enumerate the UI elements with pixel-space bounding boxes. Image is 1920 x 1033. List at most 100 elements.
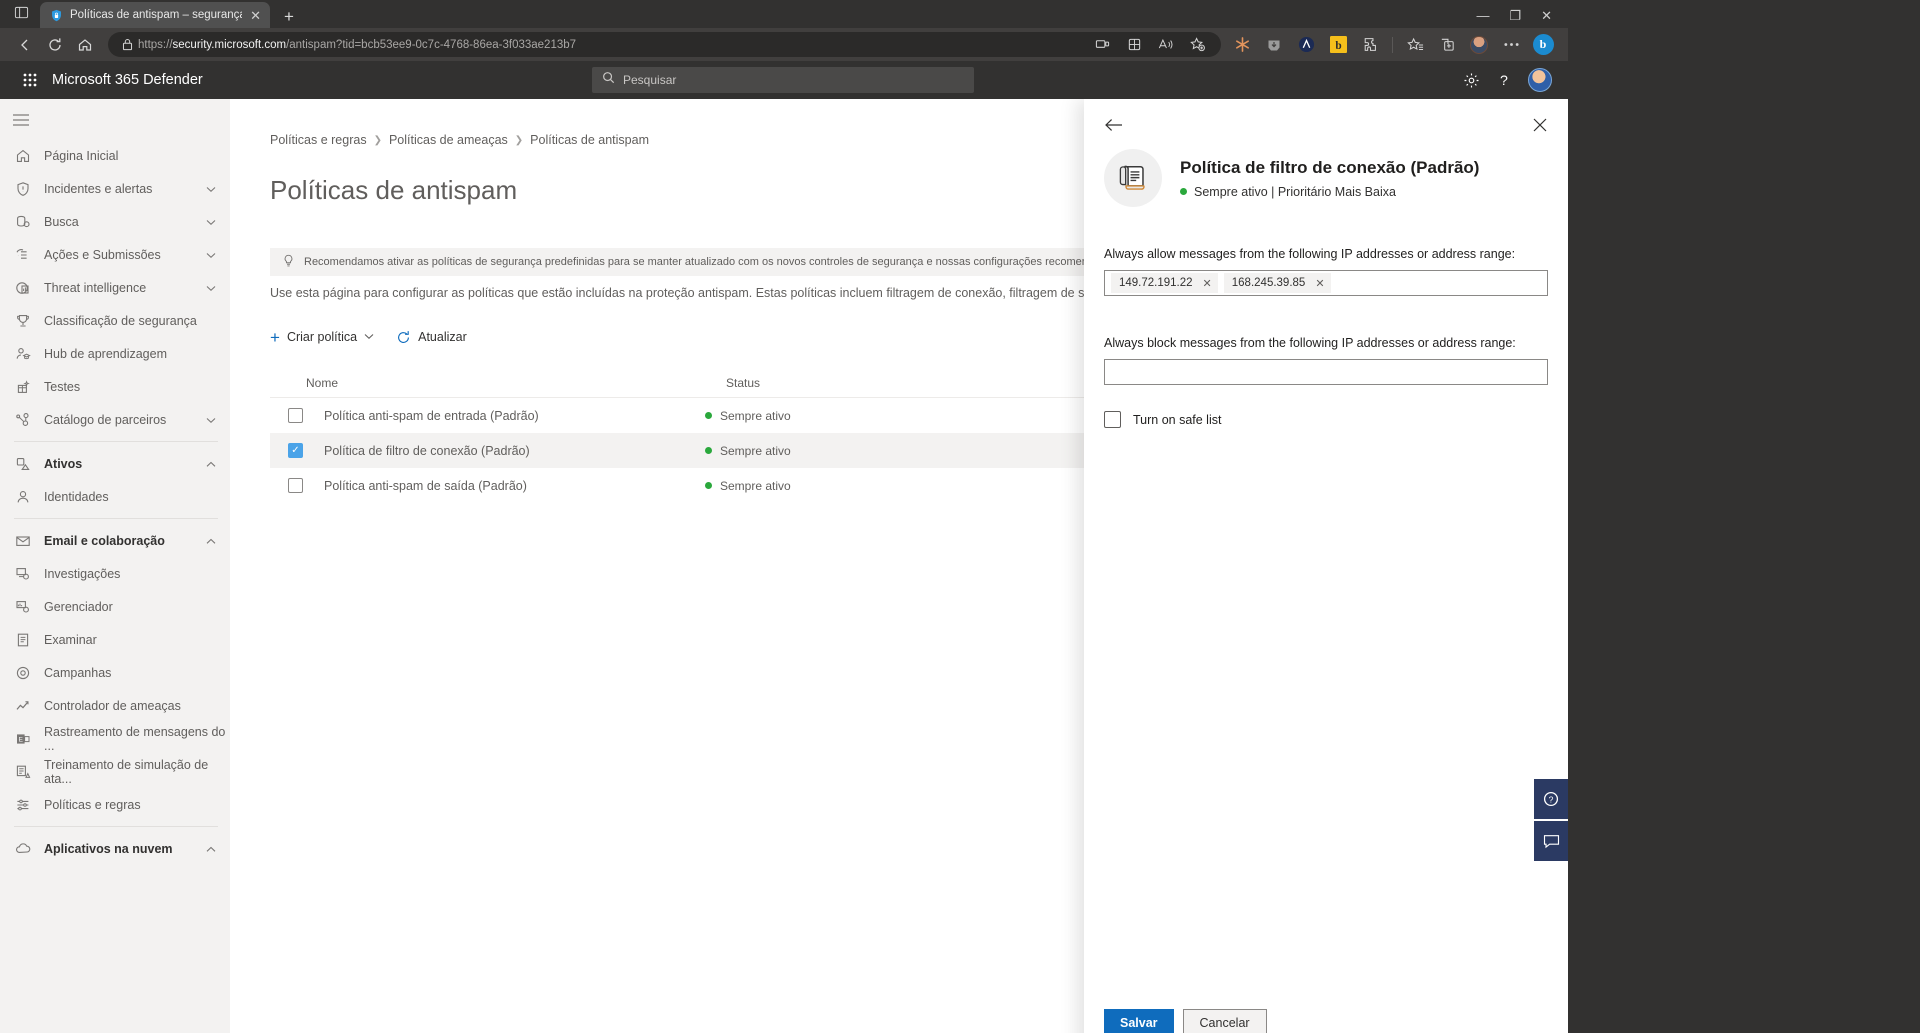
sidebar-item-identidades[interactable]: Identidades — [0, 480, 230, 513]
row-checkbox[interactable] — [288, 408, 303, 423]
sidebar-item-investigacoes[interactable]: Investigações — [0, 557, 230, 590]
allow-ip-input[interactable]: 149.72.191.22 ✕ 168.245.39.85 ✕ — [1104, 270, 1548, 296]
sidebar-item-hub-de-aprendizagem[interactable]: Hub de aprendizagem — [0, 337, 230, 370]
avatar[interactable] — [1528, 68, 1552, 92]
browser-tab[interactable]: Políticas de antispam – segurança ✕ — [40, 2, 270, 28]
new-tab-button[interactable]: + — [284, 8, 294, 25]
lock-icon — [116, 38, 138, 51]
sidebar-item-acoes-e-submissoes[interactable]: Ações e Submissões — [0, 238, 230, 271]
block-ip-input[interactable] — [1104, 359, 1548, 385]
breadcrumb-item-politicas-de-ameacas[interactable]: Políticas de ameaças — [389, 133, 508, 147]
address-bar[interactable]: https://security.microsoft.com/antispam?… — [108, 32, 1221, 57]
sidebar-item-pagina-inicial[interactable]: Página Inicial — [0, 139, 230, 172]
tab-search-icon[interactable] — [6, 0, 36, 26]
chevron-up-icon[interactable] — [206, 457, 216, 471]
remove-token-icon[interactable]: ✕ — [1203, 277, 1212, 290]
hamburger-icon[interactable] — [0, 101, 230, 139]
help-icon[interactable]: ? — [1496, 72, 1512, 89]
sidebar-item-catalogo-de-parceiros[interactable]: Catálogo de parceiros — [0, 403, 230, 436]
ip-token[interactable]: 149.72.191.22 ✕ — [1111, 273, 1218, 293]
sidebar-item-campanhas[interactable]: Campanhas — [0, 656, 230, 689]
close-tab-icon[interactable]: ✕ — [249, 9, 262, 22]
sidebar-item-treinamento-de-simulacao[interactable]: Treinamento de simulação de ata... — [0, 755, 230, 788]
chevron-down-icon[interactable] — [206, 413, 216, 427]
hunting-icon — [14, 214, 32, 230]
row-checkbox[interactable]: ✓ — [288, 443, 303, 458]
more-settings-icon[interactable] — [1496, 31, 1526, 59]
sidebar-item-label: Hub de aprendizagem — [44, 346, 167, 361]
svg-text:?: ? — [1500, 73, 1508, 89]
bing-copilot-icon[interactable]: b — [1528, 31, 1558, 59]
sidebar-item-controlador-de-ameacas[interactable]: Controlador de ameaças — [0, 689, 230, 722]
ip-token[interactable]: 168.245.39.85 ✕ — [1223, 273, 1331, 293]
chevron-down-icon[interactable] — [206, 215, 216, 229]
read-aloud-icon[interactable] — [1151, 31, 1181, 59]
back-button-icon[interactable] — [10, 31, 40, 59]
adblock-icon[interactable] — [1291, 31, 1321, 59]
sidebar-item-label: Controlador de ameaças — [44, 698, 181, 713]
sidebar-item-incidentes-e-alertas[interactable]: Incidentes e alertas — [0, 172, 230, 205]
extensions-puzzle-icon[interactable] — [1355, 31, 1385, 59]
copilot-sparkle-icon[interactable] — [1227, 31, 1257, 59]
refresh-button[interactable]: Atualizar — [396, 330, 467, 345]
chevron-up-icon[interactable] — [206, 842, 216, 856]
profile-avatar-icon[interactable] — [1464, 31, 1494, 59]
chevron-down-icon[interactable] — [206, 281, 216, 295]
sidebar-item-email-e-colaboracao[interactable]: Email e colaboração — [0, 524, 230, 557]
breadcrumb-item-politicas-de-antispam[interactable]: Políticas de antispam — [530, 133, 649, 147]
ip-token-value: 149.72.191.22 — [1119, 277, 1193, 289]
maximize-button[interactable]: ❐ — [1509, 9, 1521, 22]
downloads-icon[interactable] — [1259, 31, 1289, 59]
split-screen-icon[interactable] — [1087, 31, 1117, 59]
favorites-list-icon[interactable] — [1400, 31, 1430, 59]
lightbulb-icon — [282, 254, 295, 271]
partners-icon — [14, 412, 32, 428]
policy-name[interactable]: Política de filtro de conexão (Padrão) — [303, 444, 705, 458]
gear-icon[interactable] — [1463, 72, 1480, 89]
sidebar-item-politicas-e-regras[interactable]: Políticas e regras — [0, 788, 230, 821]
help-bubble-icon[interactable]: ? — [1534, 779, 1568, 819]
sidebar-item-rastreamento-de-mensagens[interactable]: E Rastreamento de mensagens do ... — [0, 722, 230, 755]
sidebar-item-testes[interactable]: Testes — [0, 370, 230, 403]
reload-icon[interactable] — [40, 31, 70, 59]
bitwarden-icon[interactable]: b — [1323, 31, 1353, 59]
row-checkbox[interactable] — [288, 478, 303, 493]
safe-list-checkbox[interactable] — [1104, 411, 1121, 428]
app-launcher-icon[interactable] — [12, 72, 48, 88]
chevron-down-icon[interactable] — [206, 182, 216, 196]
feedback-icon[interactable] — [1534, 821, 1568, 861]
policy-name[interactable]: Política anti-spam de entrada (Padrão) — [303, 409, 705, 423]
home-button-icon[interactable] — [70, 31, 100, 59]
chevron-down-icon[interactable] — [206, 248, 216, 262]
sidebar-item-busca[interactable]: Busca — [0, 205, 230, 238]
column-header-nome[interactable]: Nome — [306, 376, 726, 390]
sidebar-item-examinar[interactable]: Examinar — [0, 623, 230, 656]
sidebar-item-ativos[interactable]: Ativos — [0, 447, 230, 480]
save-button[interactable]: Salvar — [1104, 1009, 1174, 1033]
collections-grid-icon[interactable] — [1119, 31, 1149, 59]
remove-token-icon[interactable]: ✕ — [1315, 277, 1324, 290]
policy-name[interactable]: Política anti-spam de saída (Padrão) — [303, 479, 705, 493]
breadcrumb-item-politicas-e-regras[interactable]: Políticas e regras — [270, 133, 367, 147]
sidebar-item-label: Investigações — [44, 566, 121, 581]
search-input[interactable]: Pesquisar — [592, 67, 974, 93]
close-window-button[interactable]: ✕ — [1541, 9, 1552, 22]
close-icon[interactable] — [1532, 117, 1548, 133]
cancel-button[interactable]: Cancelar — [1182, 1009, 1267, 1033]
create-policy-button[interactable]: + Criar política — [270, 329, 374, 346]
add-tab-group-icon[interactable] — [1432, 31, 1462, 59]
sidebar-item-label: Examinar — [44, 632, 97, 647]
sidebar-item-threat-intelligence[interactable]: Threat intelligence — [0, 271, 230, 304]
sidebar-item-gerenciador[interactable]: Gerenciador — [0, 590, 230, 623]
chevron-up-icon[interactable] — [206, 534, 216, 548]
back-arrow-icon[interactable] — [1104, 117, 1124, 133]
add-favorite-icon[interactable] — [1183, 31, 1213, 59]
safe-list-toggle-row[interactable]: Turn on safe list — [1084, 411, 1568, 428]
minimize-button[interactable]: — — [1476, 9, 1489, 22]
chevron-down-icon[interactable] — [364, 332, 374, 342]
sidebar-item-classificacao-de-seguranca[interactable]: Classificação de segurança — [0, 304, 230, 337]
campaigns-icon — [14, 665, 32, 681]
banner-text: Recomendamos ativar as políticas de segu… — [304, 256, 1121, 268]
suite-brand-title[interactable]: Microsoft 365 Defender — [52, 72, 203, 88]
sidebar-item-aplicativos-na-nuvem[interactable]: Aplicativos na nuvem — [0, 832, 230, 865]
